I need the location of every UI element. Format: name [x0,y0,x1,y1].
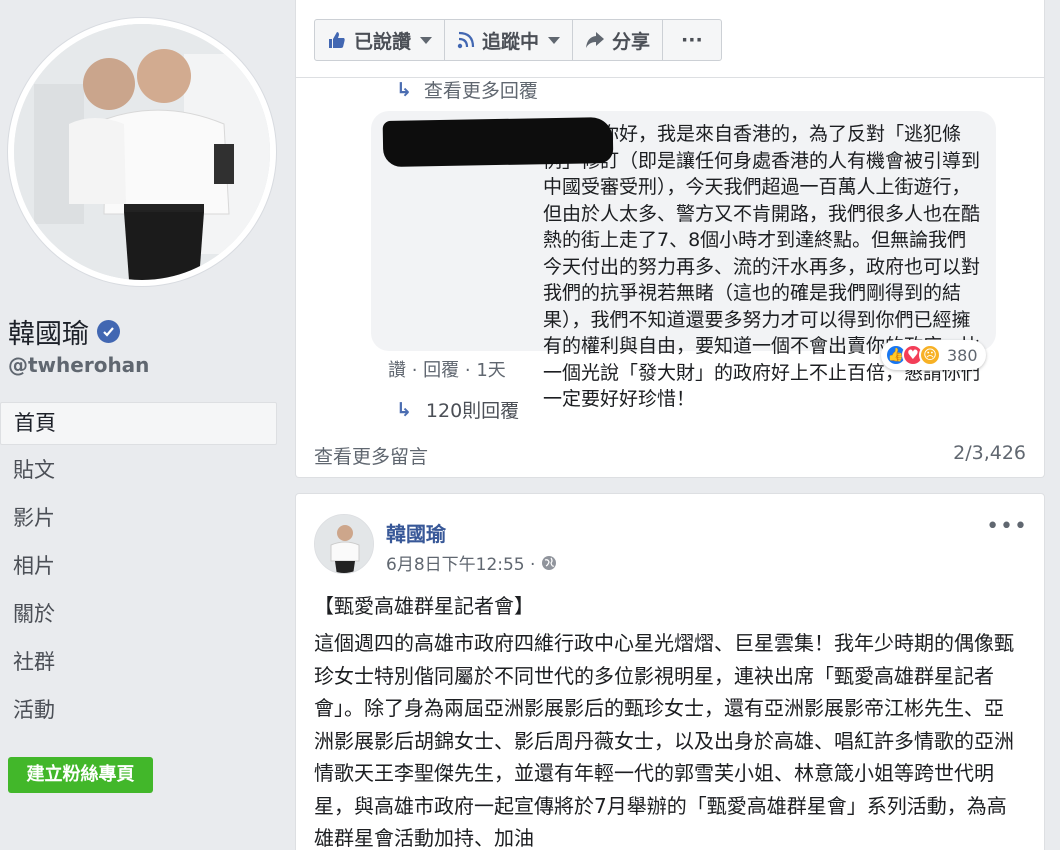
comments-card: ↳ 查看更多回覆 台灣人你好，我是來自香港的，為了反對「逃犯條例」修訂（即是讓任… [295,78,1045,478]
nav-item-events[interactable]: 活動 [0,688,277,736]
liked-button[interactable]: 已說讚 [314,19,446,61]
post-timestamp[interactable]: 6月8日下午12:55 · [386,550,535,575]
profile-photo [14,24,270,280]
reaction-summary[interactable]: 👍 ♥ ☹ 380 [881,340,986,370]
following-button[interactable]: 追蹤中 [444,19,574,61]
rss-icon [457,31,475,49]
post-author-name[interactable]: 韓國瑜 [386,518,446,547]
post-options-button[interactable]: ••• [986,514,1028,539]
main-column: 已說讚 追蹤中 分享 ··· ↳ 查看更多回覆 台灣人你好，我是來自香港的，為了… [295,0,1045,850]
comment-actions[interactable]: 讚 · 回覆 · 1天 [388,356,506,382]
post-title: 【甄愛高雄群星記者會】 [314,594,534,618]
view-more-replies-link[interactable]: ↳ 查看更多回覆 [396,76,538,103]
page-nav: 首頁 貼文 影片 相片 關於 社群 活動 [0,402,277,736]
thumbs-up-icon [329,32,345,48]
nav-item-videos[interactable]: 影片 [0,496,277,544]
chevron-down-icon [548,36,561,44]
globe-icon [542,555,557,570]
comment-count: 2/3,426 [953,442,1026,464]
verified-badge-icon [97,320,120,343]
nav-item-community[interactable]: 社群 [0,640,277,688]
page-handle[interactable]: @twherohan [8,353,149,377]
following-label: 追蹤中 [482,30,540,53]
page-action-bar: 已說讚 追蹤中 分享 ··· [295,0,1045,78]
redacted-commenter-name [382,116,614,168]
replies-count-label: 120則回覆 [425,400,520,422]
share-button[interactable]: 分享 [572,19,664,61]
post-card: 韓國瑜 6月8日下午12:55 · ••• 【甄愛高雄群星記者會】 這個週四的高… [295,493,1045,850]
reaction-count: 380 [947,345,978,365]
post-body: 這個週四的高雄市政府四維行政中心星光熠熠、巨星雲集！我年少時期的偶像甄珍女士特別… [314,631,1014,850]
chevron-down-icon [420,36,433,44]
reply-arrow-icon: ↳ [396,78,412,101]
nav-item-photos[interactable]: 相片 [0,544,277,592]
share-arrow-icon [586,32,605,48]
post-meta: 6月8日下午12:55 · [386,550,557,575]
post-author-avatar[interactable] [314,514,374,574]
comment-bubble: 台灣人你好，我是來自香港的，為了反對「逃犯條例」修訂（即是讓任何身處香港的人有機… [371,111,996,410]
page-name-text: 韓國瑜 [8,319,89,350]
sad-reaction-icon: ☹ [919,344,941,366]
share-label: 分享 [612,30,651,53]
create-page-button[interactable]: 建立粉絲專頁 [8,757,153,793]
action-button-group: 已說讚 追蹤中 分享 ··· [314,19,722,61]
nav-item-posts[interactable]: 貼文 [0,448,277,496]
profile-picture[interactable] [8,18,276,286]
nav-item-about[interactable]: 關於 [0,592,277,640]
left-column: 韓國瑜 @twherohan 首頁 貼文 影片 相片 關於 社群 活動 建立粉絲… [0,0,295,850]
page-name[interactable]: 韓國瑜 [8,312,120,351]
nav-item-home[interactable]: 首頁 [0,402,277,445]
view-more-comments-link[interactable]: 查看更多留言 [314,442,428,469]
liked-label: 已說讚 [354,30,412,53]
more-options-button[interactable]: ··· [662,19,722,61]
replies-link[interactable]: ↳ 120則回覆 [396,396,519,423]
more-dots-icon: ··· [681,29,703,51]
reply-arrow-icon: ↳ [396,398,412,421]
view-more-replies-label: 查看更多回覆 [423,80,538,102]
scrollbar-track[interactable] [1045,0,1060,850]
